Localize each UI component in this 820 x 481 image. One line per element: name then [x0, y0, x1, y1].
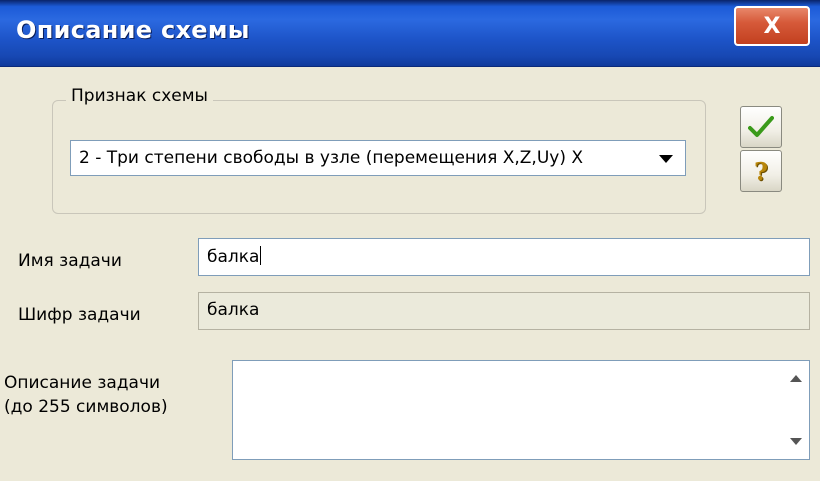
title-bar[interactable]: Описание схемы X	[0, 0, 820, 67]
window-title: Описание схемы	[16, 16, 250, 44]
task-code-label: Шифр задачи	[18, 305, 141, 325]
description-label-line1: Описание задачи	[4, 373, 161, 393]
scheme-type-selected-value: 2 - Три степени свободы в узле (перемеще…	[79, 148, 584, 168]
checkmark-icon	[748, 116, 774, 137]
scheme-type-select[interactable]: 2 - Три степени свободы в узле (перемеще…	[70, 140, 686, 176]
task-name-input[interactable]: балка	[198, 238, 810, 276]
text-caret	[260, 246, 262, 265]
description-label-line2: (до 255 символов)	[4, 397, 168, 417]
close-button[interactable]: X	[734, 6, 810, 46]
task-name-value: балка	[207, 247, 260, 267]
description-textarea[interactable]	[232, 360, 810, 460]
scroll-up-icon[interactable]	[790, 375, 802, 382]
task-code-value: балка	[207, 300, 260, 320]
scheme-group-legend: Признак схемы	[66, 86, 213, 106]
help-button[interactable]: ?	[740, 150, 782, 192]
ok-button[interactable]	[740, 106, 782, 148]
close-icon: X	[763, 13, 781, 39]
task-code-field: балка	[198, 292, 810, 330]
dropdown-arrow-icon[interactable]	[659, 155, 673, 163]
question-icon: ?	[753, 156, 769, 186]
task-name-label: Имя задачи	[18, 251, 122, 271]
scroll-down-icon[interactable]	[790, 438, 802, 445]
description-scrollbar[interactable]	[781, 361, 809, 459]
dialog-window: Описание схемы X Признак схемы 2 - Три с…	[0, 0, 820, 481]
